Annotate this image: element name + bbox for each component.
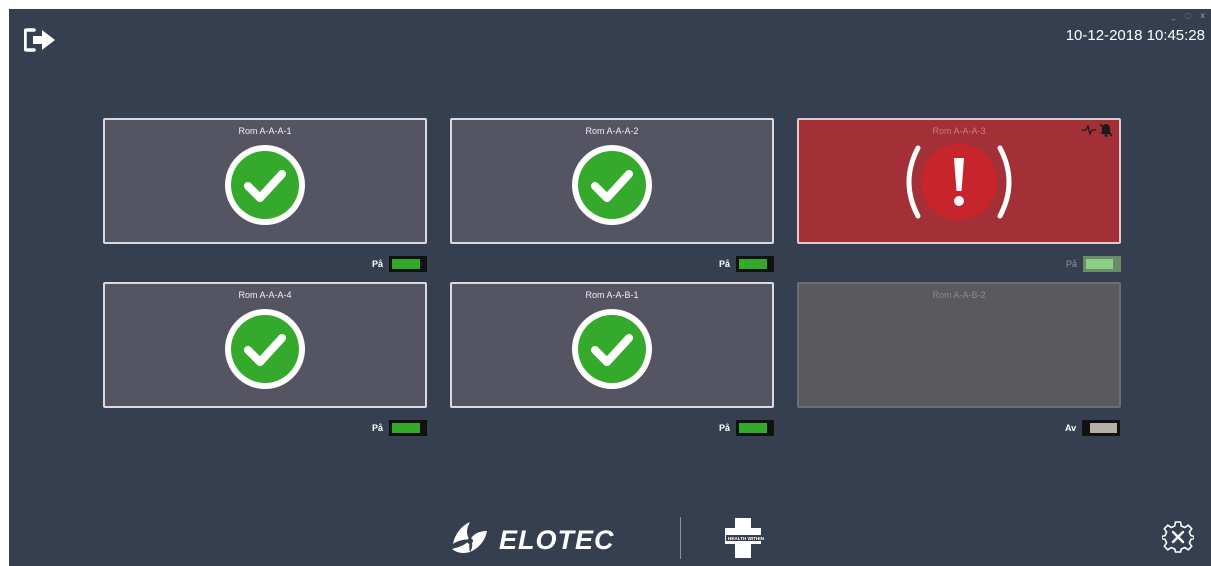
partner-text: HEALTH WITHIN [728,536,765,541]
status-alarm-icon [894,136,1024,233]
health-cross-icon: HEALTH WITHIN [725,518,780,558]
bell-muted-icon[interactable] [1099,123,1113,137]
room-name: Rom A-A-A-2 [585,126,639,136]
toggle-label: Av [1065,423,1077,433]
minimize-icon[interactable]: _ [1171,11,1175,20]
room-name: Rom A-A-B-1 [585,290,639,300]
status-ok-icon [571,144,653,231]
toggle-label: På [372,423,384,433]
room-tile-a-a-a-1[interactable]: Rom A-A-A-1 [103,118,427,244]
status-ok-icon [224,144,306,231]
toggle-switch[interactable] [736,420,775,436]
datetime-display: 10-12-2018 10:45:28 [1065,27,1205,44]
room-name: Rom A-A-B-2 [932,290,986,300]
settings-gear-icon [1161,521,1195,553]
restore-icon[interactable]: ◌ [1184,11,1191,20]
toggle-switch[interactable] [736,256,775,272]
close-icon[interactable]: x [1200,11,1205,20]
health-within-logo: HEALTH WITHIN [725,518,781,563]
room-name: Rom A-A-A-1 [238,126,292,136]
room-toggle-a-a-b-1[interactable]: På [719,420,775,436]
status-ok-icon [571,308,653,395]
footer-divider [680,517,681,559]
toggle-label: På [1066,259,1078,269]
brand-name: ELOTEC [499,524,615,555]
elotec-logo: ELOTEC [449,520,615,560]
toggle-label: På [372,259,384,269]
room-tile-a-a-b-1[interactable]: Rom A-A-B-1 [450,282,774,408]
elotec-emblem-icon [452,522,487,553]
toggle-switch[interactable] [1082,420,1121,436]
status-ok-icon [224,308,306,395]
exit-door-icon [23,28,55,52]
room-indicator-icons [1082,123,1113,137]
room-tile-a-a-a-3[interactable]: Rom A-A-A-3 [797,118,1121,244]
toggle-switch[interactable] [389,256,428,272]
room-toggle-a-a-a-2[interactable]: På [719,256,775,272]
room-toggle-a-a-a-4[interactable]: På [372,420,428,436]
heartbeat-icon [1082,125,1096,135]
room-tile-a-a-a-2[interactable]: Rom A-A-A-2 [450,118,774,244]
room-toggle-a-a-a-1[interactable]: På [372,256,428,272]
room-toggle-a-a-b-2[interactable]: Av [1065,420,1121,436]
room-name: Rom A-A-A-3 [932,126,986,136]
exit-button[interactable] [23,27,58,53]
room-tile-a-a-b-2[interactable]: Rom A-A-B-2 [797,282,1121,408]
room-name: Rom A-A-A-4 [238,290,292,300]
toggle-label: På [719,259,731,269]
toggle-switch[interactable] [389,420,428,436]
toggle-switch[interactable] [1083,256,1122,272]
settings-button[interactable] [1161,521,1195,553]
window-controls: _ ◌ x [1171,9,1211,20]
toggle-label: På [719,423,731,433]
room-tile-a-a-a-4[interactable]: Rom A-A-A-4 [103,282,427,408]
room-toggle-a-a-a-3[interactable]: På [1066,256,1122,272]
app-window: _ ◌ x 10-12-2018 10:45:28 Rom A-A-A-1 På… [9,9,1211,566]
